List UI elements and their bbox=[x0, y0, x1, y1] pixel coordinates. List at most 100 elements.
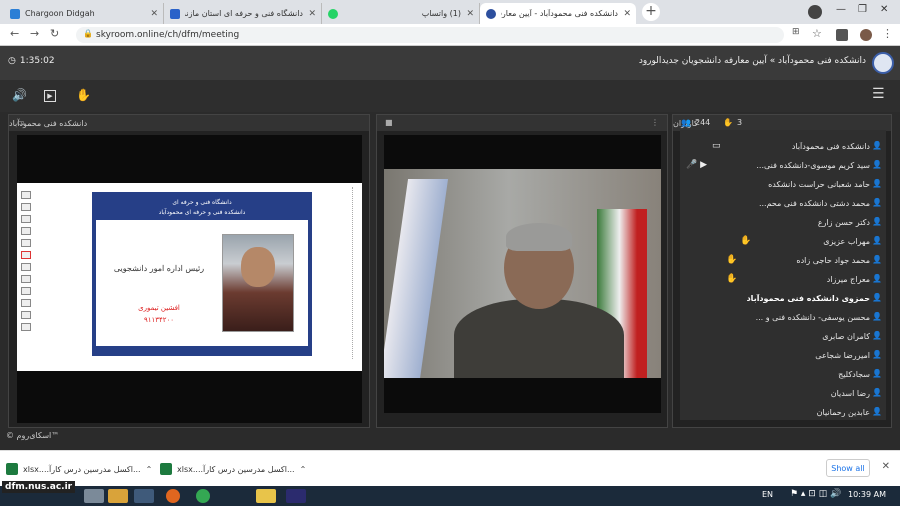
extension-icon[interactable] bbox=[836, 29, 848, 41]
slide-thumbnail-active[interactable] bbox=[21, 251, 31, 259]
list-item[interactable]: 👤 حمزوی دانشکده فنی محمودآباد bbox=[680, 289, 886, 308]
list-item[interactable]: 👤 امیررضا شجاعی bbox=[680, 346, 886, 365]
list-item[interactable]: 👤 حامد شعبانی حراست دانشکده bbox=[680, 175, 886, 194]
session-timer: ◷ 1:35:02 bbox=[8, 56, 55, 66]
chevron-up-icon[interactable]: ⌃ bbox=[300, 465, 307, 474]
speaker-hair bbox=[506, 223, 572, 251]
slide-thumbnail[interactable] bbox=[21, 203, 31, 211]
tab-university[interactable]: دانشگاه فنی و حرفه ای استان مازندران ✕ bbox=[164, 3, 322, 24]
slide-thumbnail[interactable] bbox=[21, 263, 31, 271]
speaker-icon[interactable]: 🔊 bbox=[12, 88, 27, 102]
forward-icon[interactable]: → bbox=[30, 27, 39, 40]
lock-icon: 🔒 bbox=[83, 29, 93, 38]
slide-thumbnail[interactable] bbox=[21, 287, 31, 295]
slide-thumbnail[interactable] bbox=[21, 239, 31, 247]
app-window-icon[interactable] bbox=[134, 489, 154, 503]
staff-name: افشین تیموری bbox=[138, 304, 180, 312]
download-item[interactable]: ⌃ ...اکسل مدرسین درس کارآ....xlsx bbox=[160, 459, 310, 479]
list-item[interactable]: 👤 محسن یوسفی- دانشکده فنی و ... bbox=[680, 308, 886, 327]
chrome-icon[interactable] bbox=[196, 489, 210, 503]
play-media-icon[interactable]: ▶ bbox=[44, 90, 56, 102]
user-icon: 👤 bbox=[872, 274, 882, 283]
user-icon: 👤 bbox=[872, 312, 882, 321]
presentation-panel-header: دانشکده فنی محمودآباد bbox=[9, 115, 369, 131]
avatar[interactable] bbox=[860, 29, 872, 41]
list-item[interactable]: 👤 محمد دشتی دانشکده فنی محم... bbox=[680, 194, 886, 213]
menu-kebab-icon[interactable]: ⋮ bbox=[882, 27, 893, 40]
users-list[interactable]: 👤 دانشکده فنی محمودآباد ▭ 👤 سید کریم موس… bbox=[680, 130, 886, 420]
slide-thumbnail[interactable] bbox=[21, 227, 31, 235]
close-icon[interactable]: ✕ bbox=[882, 461, 890, 472]
taskbar-clock[interactable]: 10:39 AM bbox=[848, 490, 886, 499]
list-item[interactable]: 👤 کامران صابری bbox=[680, 327, 886, 346]
webcam-feed bbox=[384, 169, 661, 378]
user-icon: 👤 bbox=[872, 141, 882, 150]
excel-file-icon bbox=[160, 463, 172, 475]
close-icon[interactable]: ✕ bbox=[150, 9, 158, 19]
close-icon[interactable]: ✕ bbox=[308, 9, 316, 19]
hamburger-menu-icon[interactable]: ☰ bbox=[872, 86, 885, 102]
staff-intro-card: دانشگاه فنی و حرفه ای دانشکده فنی و حرفه… bbox=[92, 192, 312, 356]
user-icon: 👤 bbox=[872, 179, 882, 188]
window-close-icon[interactable]: ✕ bbox=[880, 4, 888, 15]
meeting-toolbar: 🔊 ▶ ✋ ☰ bbox=[0, 80, 900, 112]
slide-thumbnail[interactable] bbox=[21, 311, 31, 319]
list-item[interactable]: 👤 معراج میرزاد ✋ bbox=[680, 270, 886, 289]
raised-hand-icon: ✋ bbox=[726, 274, 738, 284]
raised-hands-count: 3 bbox=[737, 118, 743, 127]
close-icon[interactable]: ✕ bbox=[623, 9, 631, 19]
tab-chargoon[interactable]: Chargoon Didgah ✕ bbox=[4, 3, 164, 24]
card-header: دانشگاه فنی و حرفه ای دانشکده فنی و حرفه… bbox=[158, 199, 246, 216]
slide-thumbnail[interactable] bbox=[21, 299, 31, 307]
profile-icon[interactable] bbox=[808, 5, 822, 19]
raise-hand-icon[interactable]: ✋ bbox=[76, 88, 91, 102]
list-item[interactable]: 👤 محمد جواد حاجی زاده ✋ bbox=[680, 251, 886, 270]
speaker-body bbox=[454, 299, 624, 378]
new-tab-button[interactable]: + bbox=[642, 3, 660, 21]
photoshop-icon[interactable] bbox=[286, 489, 306, 503]
user-icon: 👤 bbox=[872, 293, 882, 302]
media-player-icon[interactable] bbox=[108, 489, 128, 503]
list-item[interactable]: 👤 دکتر حسن زارع bbox=[680, 213, 886, 232]
chargoon-favicon-icon bbox=[10, 8, 20, 19]
maximize-icon[interactable]: ❐ bbox=[858, 4, 867, 15]
list-item[interactable]: 👤 سید کریم موسوی-دانشکده فنی... 🎤 ▶ bbox=[680, 156, 886, 175]
reload-icon[interactable]: ↻ bbox=[50, 27, 59, 40]
card-body: رئیس اداره امور دانشجویی افشین تیموری ۹۱… bbox=[96, 220, 308, 346]
url-field[interactable]: 🔒 skyroom.online/ch/dfm/meeting bbox=[76, 27, 784, 43]
list-item[interactable]: 👤 رضا اسدیان bbox=[680, 384, 886, 403]
chevron-up-icon[interactable]: ⌃ bbox=[146, 465, 153, 474]
slide-thumbnail[interactable] bbox=[21, 191, 31, 199]
firefox-icon[interactable] bbox=[166, 489, 180, 503]
raised-hand-icon: ✋ bbox=[726, 255, 738, 265]
system-tray-icon[interactable]: ⚑ ▴ ⊡ ◫ 🔊 bbox=[790, 489, 841, 499]
video-menu-kebab-icon[interactable]: ⋮ bbox=[651, 118, 659, 127]
language-indicator[interactable]: EN bbox=[762, 490, 773, 499]
list-item[interactable]: 👤 دانشکده فنی محمودآباد ▭ bbox=[680, 137, 886, 156]
copyright-text: © اسکای‌روم™ bbox=[6, 431, 60, 440]
folder-icon[interactable] bbox=[256, 489, 276, 503]
bookmark-star-icon[interactable]: ☆ bbox=[812, 27, 822, 40]
slide-scrollbar[interactable] bbox=[352, 187, 358, 359]
minimize-icon[interactable]: — bbox=[836, 4, 846, 15]
download-item[interactable]: ⌃ ...اکسل مدرسین درس کارآ....xlsx bbox=[6, 459, 156, 479]
tab-whatsapp[interactable]: (1) واتساپ ✕ bbox=[322, 3, 480, 24]
translate-icon[interactable]: ⊞ bbox=[792, 27, 800, 37]
slide-thumbnail[interactable] bbox=[21, 275, 31, 283]
show-all-button[interactable]: Show all bbox=[826, 459, 870, 477]
back-icon[interactable]: ← bbox=[10, 27, 19, 40]
file-explorer-icon[interactable] bbox=[84, 489, 104, 503]
skyroom-favicon-icon bbox=[486, 8, 496, 19]
browser-tab-strip: Chargoon Didgah ✕ دانشگاه فنی و حرفه ای … bbox=[0, 0, 900, 24]
users-icon: 👥 bbox=[681, 118, 691, 127]
list-item[interactable]: 👤 مهراب عزیزی ✋ bbox=[680, 232, 886, 251]
close-icon[interactable]: ✕ bbox=[466, 9, 474, 19]
list-item[interactable]: 👤 عابدین رحمانیان bbox=[680, 403, 886, 422]
staff-phone: ۹۱۱۳۴۲۰۰ bbox=[143, 316, 175, 324]
screen-share-icon: ▭ bbox=[17, 118, 25, 127]
tab-skyroom-active[interactable]: دانشکده فنی محمودآباد - آیین معارفه ✕ bbox=[480, 3, 636, 24]
download-bar: ⌃ ...اکسل مدرسین درس کارآ....xlsx ⌃ ...ا… bbox=[0, 450, 900, 486]
slide-thumbnail[interactable] bbox=[21, 323, 31, 331]
slide-thumbnail[interactable] bbox=[21, 215, 31, 223]
list-item[interactable]: 👤 سجادکلیج bbox=[680, 365, 886, 384]
